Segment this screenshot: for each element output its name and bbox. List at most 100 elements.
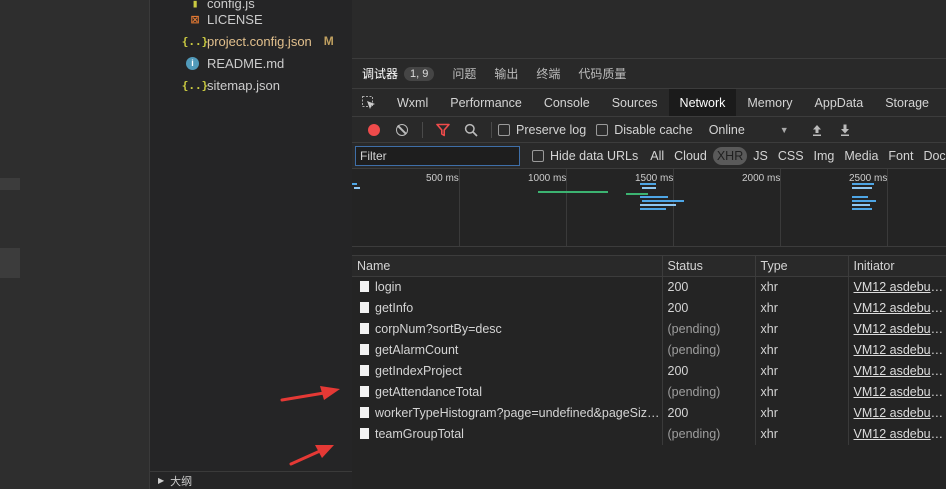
file-item-project-config[interactable]: {..} project.config.json M [181,30,334,52]
tab-network[interactable]: Network [668,89,737,116]
upload-icon [812,124,821,136]
file-explorer: ▮ config.js ⊠ LICENSE {..} project.confi… [150,0,352,489]
request-initiator-link[interactable]: VM12 asdebug.js:1 [848,276,946,298]
filter-type-all[interactable]: All [646,147,668,165]
request-type: xhr [755,360,849,382]
timeline-tick-label: 500 ms [426,173,459,184]
request-status: 200 [662,402,756,424]
request-status: (pending) [662,423,756,445]
tab-storage[interactable]: Storage [874,89,940,116]
column-header-name[interactable]: Name [352,255,663,277]
tab-console[interactable]: Console [533,89,601,116]
request-name: getAttendanceTotal [375,385,483,399]
record-icon [368,123,380,136]
document-icon [360,386,369,397]
inspect-element-button[interactable] [352,89,386,116]
filter-type-css[interactable]: CSS [774,147,808,165]
debugger-top-tabs: 调试器 1, 9 问题 输出 终端 代码质量 [352,59,946,89]
tab-debugger[interactable]: 调试器 1, 9 [362,65,435,82]
filter-input[interactable] [355,145,520,166]
request-initiator-link[interactable]: VM12 asdebug.js:1 [848,360,946,382]
request-name: login [375,280,402,295]
timeline-request-bar [626,193,648,195]
network-overview-timeline[interactable]: 500 ms 1000 ms 1500 ms 2000 ms 2500 ms [352,169,946,247]
filter-type-cloud[interactable]: Cloud [670,147,711,165]
checkbox-box[interactable] [596,123,609,136]
request-initiator-link[interactable]: VM12 asdebug.js:1 [848,318,946,340]
filter-type-xhr[interactable]: XHR [712,146,748,165]
throttling-select[interactable]: Online ▼ [709,123,789,137]
filter-type-img[interactable]: Img [810,147,839,165]
debugger-count-badge: 1, 9 [404,66,435,81]
hide-data-urls-checkbox[interactable]: Hide data URLs [532,149,638,163]
table-row[interactable]: corpNum?sortBy=desc (pending) xhr VM12 a… [352,318,946,340]
request-type: xhr [755,276,849,298]
table-row[interactable]: getInfo 200 xhr VM12 asdebug.js:1 [352,297,946,319]
filter-type-js[interactable]: JS [749,147,772,165]
request-initiator-link[interactable]: VM12 asdebug.js:1 [848,423,946,445]
network-request-table: Name Status Type Initiator login 200 xhr… [352,255,946,445]
tab-code-quality[interactable]: 代码质量 [578,65,626,82]
left-editor-pane [0,0,150,489]
filter-type-font[interactable]: Font [884,147,917,165]
request-type: xhr [755,381,849,403]
table-row[interactable]: getIndexProject 200 xhr VM12 asdebug.js:… [352,360,946,382]
request-name: teamGroupTotal [375,427,464,441]
request-status: 200 [662,276,756,298]
filter-type-doc[interactable]: Doc [919,147,946,165]
timeline-request-bar [852,208,872,210]
timeline-tick-label: 1000 ms [528,173,567,184]
request-initiator-link[interactable]: VM12 asdebug.js:1 [848,402,946,424]
export-har-button[interactable] [831,120,859,140]
request-initiator-link[interactable]: VM12 asdebug.js:1 [848,339,946,361]
document-icon [360,302,369,313]
timeline-gridline [459,169,460,246]
document-icon [360,428,369,439]
checkbox-box[interactable] [532,149,544,162]
search-button[interactable] [457,120,485,140]
info-icon: i [186,56,199,70]
checkbox-box[interactable] [498,123,510,136]
caret-down-icon: ▼ [779,124,789,135]
column-header-status[interactable]: Status [662,255,756,277]
json-icon: {..} [181,34,209,48]
column-header-initiator[interactable]: Initiator [848,255,946,277]
tab-problems[interactable]: 问题 [452,65,476,82]
outline-section-header[interactable]: ▶ 大纲 [150,471,352,489]
request-initiator-link[interactable]: VM12 asdebug.js:1 [848,297,946,319]
tab-sources[interactable]: Sources [601,89,669,116]
file-item-license[interactable]: ⊠ LICENSE [186,8,262,30]
preserve-log-checkbox[interactable]: Preserve log [498,123,586,137]
tab-performance[interactable]: Performance [439,89,533,116]
tab-wxml[interactable]: Wxml [386,89,439,116]
request-status: (pending) [662,381,756,403]
tab-terminal[interactable]: 终端 [536,65,560,82]
tab-appdata[interactable]: AppData [804,89,875,116]
file-item-readme[interactable]: i README.md [186,52,284,74]
table-row[interactable]: getAlarmCount (pending) xhr VM12 asdebug… [352,339,946,361]
request-initiator-link[interactable]: VM12 asdebug.js:1 [848,381,946,403]
filter-toggle-button[interactable] [429,120,457,140]
table-row[interactable]: workerTypeHistogram?page=undefined&pageS… [352,402,946,424]
inspect-cursor-icon [362,95,375,109]
record-button[interactable] [360,120,388,140]
disable-cache-checkbox[interactable]: Disable cache [596,123,693,137]
timeline-request-bar [852,204,870,206]
table-row[interactable]: getAttendanceTotal (pending) xhr VM12 as… [352,381,946,403]
file-item-sitemap[interactable]: {..} sitemap.json [182,74,280,96]
timeline-request-bar [640,196,668,198]
timeline-request-bar [852,183,874,185]
table-row[interactable]: login 200 xhr VM12 asdebug.js:1 [352,276,946,298]
tab-output[interactable]: 输出 [494,65,518,82]
column-header-type[interactable]: Type [755,255,849,277]
annotation-arrow-icon [289,445,334,466]
request-type: xhr [755,402,849,424]
clear-button[interactable] [388,120,416,140]
request-status: 200 [662,360,756,382]
table-row[interactable]: teamGroupTotal (pending) xhr VM12 asdebu… [352,423,946,445]
toolbar-divider [422,121,423,138]
tab-memory[interactable]: Memory [736,89,803,116]
import-har-button[interactable] [803,120,831,140]
filter-type-media[interactable]: Media [840,147,882,165]
request-name: workerTypeHistogram?page=undefined&pageS… [375,406,662,420]
